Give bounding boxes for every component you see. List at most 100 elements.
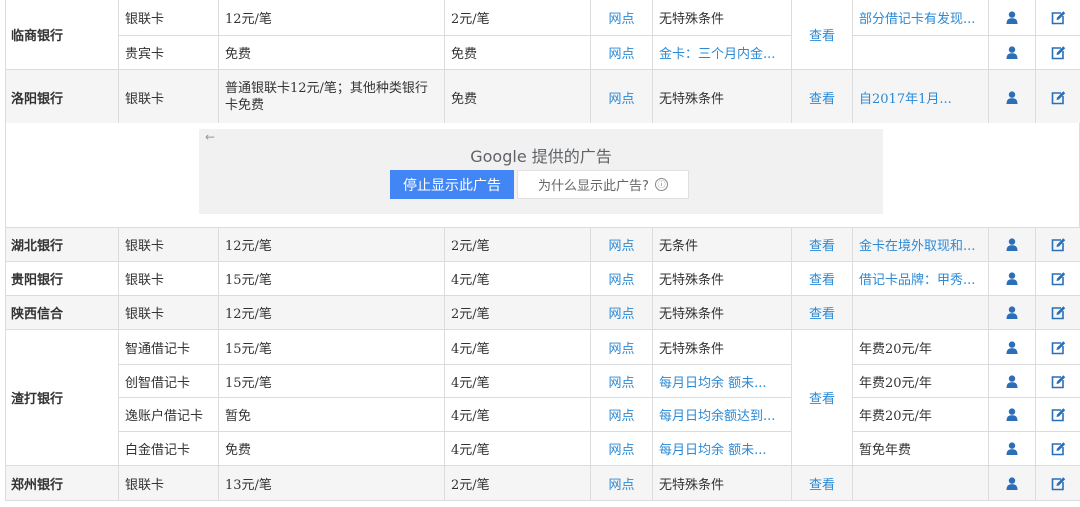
- view-link[interactable]: 查看: [791, 227, 853, 262]
- back-arrow-icon[interactable]: ←: [205, 130, 215, 144]
- view-link[interactable]: 查看: [791, 0, 853, 70]
- condition-link[interactable]: 每月日均余 额未...: [652, 431, 792, 466]
- edit-button[interactable]: [1035, 35, 1080, 70]
- outlet-link[interactable]: 网点: [590, 227, 653, 262]
- edit-button[interactable]: [1035, 0, 1080, 36]
- inquiry-fee: 2元/笔: [444, 295, 591, 330]
- user-button[interactable]: [988, 295, 1036, 330]
- user-button[interactable]: [988, 69, 1036, 125]
- edit-button[interactable]: [1035, 329, 1080, 365]
- outlet-link[interactable]: 网点: [590, 295, 653, 330]
- condition: 无条件: [652, 227, 792, 262]
- edit-button[interactable]: [1035, 261, 1080, 296]
- withdraw-fee: 暂免: [218, 397, 445, 432]
- user-button[interactable]: [988, 329, 1036, 365]
- inquiry-fee: 4元/笔: [444, 431, 591, 466]
- user-button[interactable]: [988, 227, 1036, 262]
- bank-name: 渣打银行: [5, 329, 119, 466]
- view-link[interactable]: 查看: [791, 295, 853, 330]
- inquiry-fee: 2元/笔: [444, 465, 591, 501]
- inquiry-fee: 4元/笔: [444, 329, 591, 365]
- outlet-link[interactable]: 网点: [590, 329, 653, 365]
- user-button[interactable]: [988, 35, 1036, 70]
- note-link[interactable]: 金卡在境外取现和...: [852, 227, 989, 262]
- edit-button[interactable]: [1035, 69, 1080, 125]
- note: [852, 295, 989, 330]
- card-type: 银联卡: [118, 227, 219, 262]
- table-row: 陕西信合 银联卡 12元/笔 2元/笔 网点 无特殊条件 查看: [5, 295, 1080, 330]
- edit-icon: [1051, 475, 1066, 490]
- outlet-link[interactable]: 网点: [590, 0, 653, 36]
- why-this-ad-button[interactable]: 为什么显示此广告? ⓘ: [517, 170, 689, 199]
- edit-button[interactable]: [1035, 431, 1080, 466]
- edit-icon: [1051, 90, 1066, 104]
- condition: 无特殊条件: [652, 329, 792, 365]
- condition: 无特殊条件: [652, 295, 792, 330]
- table-row: 临商银行 银联卡 12元/笔 2元/笔 网点 无特殊条件 查看 部分借记卡有发现…: [5, 0, 1080, 70]
- user-button[interactable]: [988, 431, 1036, 466]
- condition-link[interactable]: 每月日均余额达到...: [652, 397, 792, 432]
- note-link[interactable]: 部分借记卡有发现...: [852, 0, 989, 36]
- inquiry-fee: 2元/笔: [444, 227, 591, 262]
- note: 年费20元/年: [852, 329, 989, 365]
- user-icon: [1006, 272, 1018, 285]
- view-link[interactable]: 查看: [791, 465, 853, 501]
- table-row: 贵宾卡 免费 免费 网点 金卡：三个月内金...: [6, 35, 1080, 70]
- user-icon: [1006, 90, 1018, 104]
- edit-button[interactable]: [1035, 295, 1080, 330]
- card-type: 智通借记卡: [118, 329, 219, 365]
- bank-name: 临商银行: [5, 0, 119, 70]
- edit-button[interactable]: [1035, 397, 1080, 432]
- outlet-link[interactable]: 网点: [590, 397, 653, 432]
- condition: 无特殊条件: [652, 465, 792, 501]
- withdraw-fee: 免费: [218, 431, 445, 466]
- ad-title: Google 提供的广告: [470, 147, 612, 166]
- condition: 无特殊条件: [652, 69, 792, 125]
- outlet-link[interactable]: 网点: [590, 35, 653, 70]
- outlet-link[interactable]: 网点: [590, 431, 653, 466]
- edit-button[interactable]: [1035, 364, 1080, 398]
- user-button[interactable]: [988, 261, 1036, 296]
- info-icon: ⓘ: [654, 178, 668, 191]
- user-button[interactable]: [988, 0, 1036, 36]
- withdraw-fee: 13元/笔: [218, 465, 445, 501]
- withdraw-fee: 12元/笔: [218, 0, 445, 36]
- bank-name: 贵阳银行: [5, 261, 119, 296]
- edit-icon: [1051, 373, 1066, 388]
- table-row: 逸账户借记卡 暂免 4元/笔 网点 每月日均余额达到... 年费20元/年: [6, 397, 1080, 432]
- outlet-link[interactable]: 网点: [590, 364, 653, 398]
- inquiry-fee: 4元/笔: [444, 397, 591, 432]
- outlet-link[interactable]: 网点: [590, 69, 653, 125]
- view-link[interactable]: 查看: [791, 261, 853, 296]
- withdraw-fee: 15元/笔: [218, 364, 445, 398]
- note-link[interactable]: 自2017年1月...: [852, 69, 989, 125]
- view-link[interactable]: 查看: [791, 329, 853, 466]
- user-button[interactable]: [988, 397, 1036, 432]
- edit-icon: [1051, 441, 1066, 456]
- user-icon: [1006, 408, 1018, 421]
- stop-ad-button[interactable]: 停止显示此广告: [390, 170, 514, 199]
- card-type: 贵宾卡: [118, 35, 219, 70]
- withdraw-fee: 15元/笔: [218, 261, 445, 296]
- condition-link[interactable]: 每月日均余 额未...: [652, 364, 792, 398]
- user-button[interactable]: [988, 465, 1036, 501]
- table-row: 郑州银行 银联卡 13元/笔 2元/笔 网点 无特殊条件 查看: [5, 465, 1080, 501]
- table-row: 渣打银行 智通借记卡 15元/笔 4元/笔 网点 无特殊条件 查看 年费20元/…: [5, 329, 1080, 466]
- outlet-link[interactable]: 网点: [590, 465, 653, 501]
- user-icon: [1006, 374, 1018, 388]
- outlet-link[interactable]: 网点: [590, 261, 653, 296]
- withdraw-fee: 免费: [218, 35, 445, 70]
- fee-table-top: 临商银行 银联卡 12元/笔 2元/笔 网点 无特殊条件 查看 部分借记卡有发现…: [5, 0, 1080, 125]
- edit-button[interactable]: [1035, 465, 1080, 501]
- condition: 无特殊条件: [652, 0, 792, 36]
- table-row: 创智借记卡 15元/笔 4元/笔 网点 每月日均余 额未... 年费20元/年: [6, 364, 1080, 398]
- condition-link[interactable]: 金卡：三个月内金...: [652, 35, 792, 70]
- note-link[interactable]: 借记卡品牌：甲秀...: [852, 261, 989, 296]
- note: 年费20元/年: [852, 364, 989, 398]
- user-button[interactable]: [988, 364, 1036, 398]
- edit-icon: [1051, 271, 1066, 286]
- fee-table-bottom: 湖北银行 银联卡 12元/笔 2元/笔 网点 无条件 查看 金卡在境外取现和..…: [5, 227, 1080, 501]
- edit-button[interactable]: [1035, 227, 1080, 262]
- view-link[interactable]: 查看: [791, 69, 853, 125]
- user-icon: [1006, 238, 1018, 251]
